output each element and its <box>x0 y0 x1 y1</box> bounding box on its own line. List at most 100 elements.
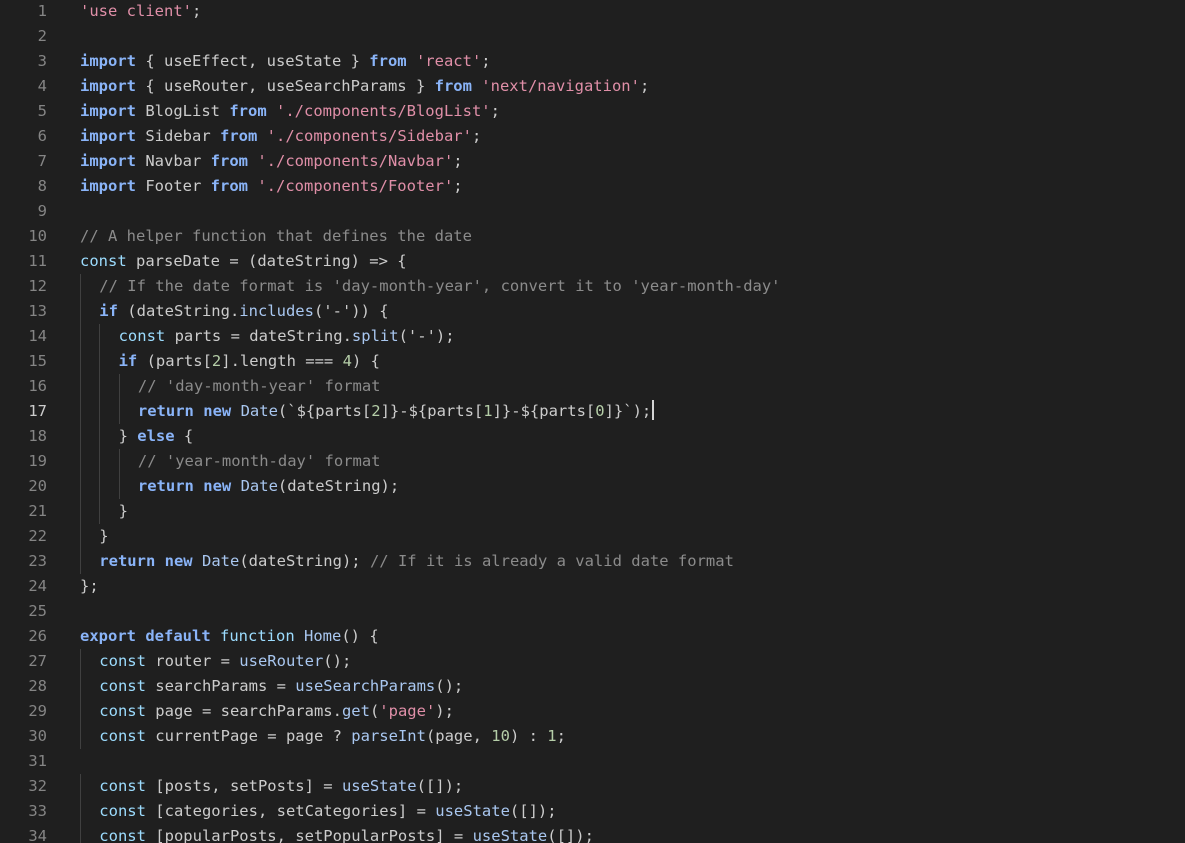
code-text[interactable]: const parseDate = (dateString) => { <box>80 249 407 274</box>
line-number: 15 <box>28 352 47 370</box>
code-line[interactable]: 28 const searchParams = useSearchParams()… <box>0 674 1185 699</box>
code-line[interactable]: 29 const page = searchParams.get('page'); <box>0 699 1185 724</box>
code-token: parseInt <box>351 727 426 745</box>
code-text[interactable]: import { useRouter, useSearchParams } fr… <box>80 74 649 99</box>
code-line[interactable]: 13 if (dateString.includes('-')) { <box>0 299 1185 324</box>
code-line[interactable]: 34 const [popularPosts, setPopularPosts] … <box>0 824 1185 843</box>
code-line[interactable]: 33 const [categories, setCategories] = us… <box>0 799 1185 824</box>
code-line[interactable]: 21} <box>0 499 1185 524</box>
code-text[interactable]: 'use client'; <box>80 0 201 24</box>
line-number: 9 <box>37 202 47 220</box>
code-token: (dateString); <box>239 552 370 570</box>
code-token: parseDate = (dateString) => { <box>126 252 407 270</box>
code-token: ; <box>471 127 482 145</box>
code-token: Date <box>240 477 278 495</box>
line-number: 2 <box>37 27 47 45</box>
code-token: import <box>80 177 136 195</box>
code-line[interactable]: 16 // 'day-month-year' format <box>0 374 1185 399</box>
code-token: useSearchParams <box>295 677 436 695</box>
code-line[interactable]: 11 const parseDate = (dateString) => { <box>0 249 1185 274</box>
indent-guide <box>99 424 101 449</box>
code-line[interactable]: 25 <box>0 599 1185 624</box>
code-text[interactable]: } else { <box>119 424 194 449</box>
code-token: ; <box>556 727 566 745</box>
code-text[interactable]: return new Date(dateString); <box>138 474 399 499</box>
code-line[interactable]: 20 return new Date(dateString); <box>0 474 1185 499</box>
code-text[interactable]: const currentPage = page ? parseInt(page… <box>99 724 566 749</box>
code-token: includes <box>239 302 314 320</box>
code-token: 'next/navigation' <box>481 77 640 95</box>
code-token: (page, <box>425 727 492 745</box>
code-text[interactable]: const searchParams = useSearchParams(); <box>99 674 463 699</box>
code-text[interactable]: // If the date format is 'day-month-year… <box>99 274 780 299</box>
code-lines[interactable]: 1'use client'; 2 3 import { useEffect, useS… <box>0 0 1185 843</box>
code-token: default <box>145 627 211 645</box>
code-token: 'react' <box>415 52 482 70</box>
code-text[interactable]: const parts = dateString.split('-'); <box>119 324 455 349</box>
code-token: import <box>80 102 136 120</box>
code-editor[interactable]: 1'use client'; 2 3 import { useEffect, useS… <box>0 0 1185 843</box>
code-text[interactable]: export default function Home() { <box>80 624 379 649</box>
line-number: 29 <box>28 702 47 720</box>
code-text[interactable]: import BlogList from './components/BlogL… <box>80 99 500 124</box>
code-line[interactable]: 31 <box>0 749 1185 774</box>
code-text[interactable]: const page = searchParams.get('page'); <box>99 699 454 724</box>
code-text[interactable]: const [categories, setCategories] = useS… <box>99 799 556 824</box>
code-line[interactable]: 6 import Sidebar from './components/Sideb… <box>0 124 1185 149</box>
code-text[interactable]: if (dateString.includes('-')) { <box>99 299 388 324</box>
code-text[interactable]: const [popularPosts, setPopularPosts] = … <box>99 824 594 843</box>
code-line[interactable]: 15 if (parts[2].length === 4) { <box>0 349 1185 374</box>
code-line[interactable]: 3 import { useEffect, useState } from 're… <box>0 49 1185 74</box>
code-line[interactable]: 18} else { <box>0 424 1185 449</box>
code-token: ; <box>639 77 650 95</box>
code-line[interactable]: 22} <box>0 524 1185 549</box>
code-token: ( <box>398 327 408 345</box>
code-text[interactable]: } <box>99 524 108 549</box>
code-text[interactable]: // 'day-month-year' format <box>138 374 381 399</box>
line-number: 8 <box>37 177 47 195</box>
code-token: [categories, setCategories] = <box>145 802 436 820</box>
code-line[interactable]: 7 import Navbar from './components/Navbar… <box>0 149 1185 174</box>
code-line[interactable]: 23 return new Date(dateString); // If it … <box>0 549 1185 574</box>
code-token: ; <box>490 102 500 120</box>
indent-guide <box>80 424 81 449</box>
code-line[interactable]: 24}; <box>0 574 1185 599</box>
code-text[interactable]: import Footer from './components/Footer'… <box>80 174 463 199</box>
code-line[interactable]: 9 <box>0 199 1185 224</box>
code-text[interactable]: return new Date(dateString); // If it is… <box>99 549 734 574</box>
code-text[interactable]: import { useEffect, useState } from 'rea… <box>80 49 491 74</box>
code-text[interactable]: return new Date(`${parts[2]}-${parts[1]}… <box>138 399 655 424</box>
code-text[interactable]: // 'year-month-day' format <box>138 449 381 474</box>
code-text[interactable]: } <box>119 499 128 524</box>
code-text[interactable]: }; <box>80 574 99 599</box>
code-text[interactable]: // A helper function that defines the da… <box>80 224 472 249</box>
indent-guide <box>99 474 101 499</box>
code-text[interactable]: import Sidebar from './components/Sideba… <box>80 124 481 149</box>
code-line[interactable]: 2 <box>0 24 1185 49</box>
code-line[interactable]: 26 export default function Home() { <box>0 624 1185 649</box>
indent-guide <box>118 374 120 399</box>
code-text[interactable]: if (parts[2].length === 4) { <box>119 349 380 374</box>
code-line[interactable]: 27 const router = useRouter(); <box>0 649 1185 674</box>
indent-guide <box>80 549 81 574</box>
code-text[interactable]: const router = useRouter(); <box>99 649 351 674</box>
code-line[interactable]: 5 import BlogList from './components/Blog… <box>0 99 1185 124</box>
code-line[interactable]: 1 'use client'; <box>0 0 1185 24</box>
code-line[interactable]: 32 const [posts, setPosts] = useState([])… <box>0 774 1185 799</box>
code-text[interactable]: import Navbar from './components/Navbar'… <box>80 149 463 174</box>
code-line[interactable]: 8 import Footer from './components/Footer… <box>0 174 1185 199</box>
code-text[interactable]: const [posts, setPosts] = useState([]); <box>99 774 463 799</box>
code-token: const <box>99 652 146 670</box>
code-token: './components/Footer' <box>257 177 454 195</box>
code-line[interactable]: 19 // 'year-month-day' format <box>0 449 1185 474</box>
code-token: const <box>118 327 166 345</box>
code-token: Date <box>201 552 240 570</box>
code-line[interactable]: 4 import { useRouter, useSearchParams } f… <box>0 74 1185 99</box>
code-line[interactable]: 30 const currentPage = page ? parseInt(pa… <box>0 724 1185 749</box>
code-line[interactable]: 14 const parts = dateString.split('-'); <box>0 324 1185 349</box>
line-number: 24 <box>28 577 47 595</box>
code-line[interactable]: 12 // If the date format is 'day-month-ye… <box>0 274 1185 299</box>
code-line[interactable]: 10 // A helper function that defines the … <box>0 224 1185 249</box>
code-line[interactable]: 17 return new Date(`${parts[2]}-${parts[1… <box>0 399 1185 424</box>
